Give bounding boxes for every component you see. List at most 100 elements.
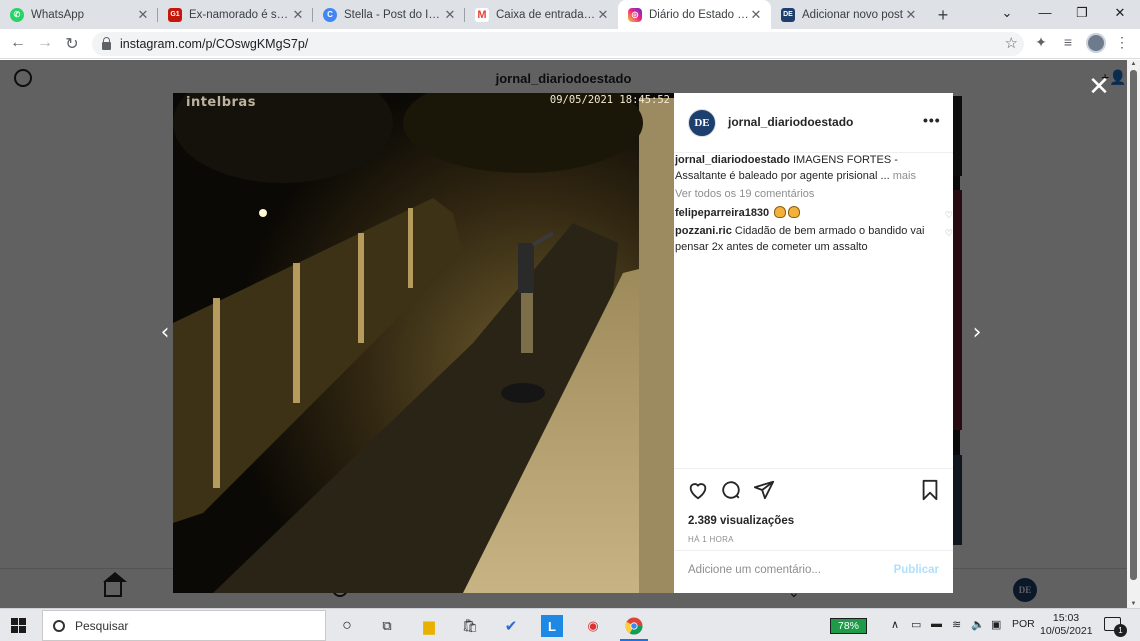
windows-taskbar: Pesquisar ○ ⧉ ▆ 🛍 ✔ L ◉ 78% ∧ ▭ ▬ ≋ 🔈 ▣ … bbox=[0, 608, 1140, 641]
like-comment-heart-icon[interactable]: ♡ bbox=[945, 227, 953, 243]
comment-username[interactable]: felipeparreira1830 bbox=[675, 207, 769, 219]
clap-emoji-icon bbox=[774, 205, 787, 218]
scroll-up-icon[interactable]: ▲ bbox=[1127, 61, 1140, 67]
clock-date: 10/05/2021 bbox=[1040, 625, 1093, 637]
show-hidden-icons[interactable]: ∧ bbox=[891, 618, 899, 631]
language-indicator[interactable]: POR bbox=[1012, 618, 1035, 630]
taskbar-clock[interactable]: 15:03 10/05/2021 bbox=[1040, 612, 1093, 638]
tab-gmail[interactable]: M Caixa de entrada (2.477) ✕ bbox=[465, 2, 618, 27]
restore-icon[interactable]: ❐ bbox=[1072, 5, 1092, 21]
post-caption: jornal_diariodoestado IMAGENS FORTES - A… bbox=[674, 153, 953, 184]
g1-icon: G1 bbox=[168, 7, 182, 22]
close-tab-icon[interactable]: ✕ bbox=[749, 7, 763, 23]
video-timestamp: 09/05/2021 18:45:52 bbox=[549, 94, 670, 106]
meet-now-icon[interactable]: ▭ bbox=[911, 618, 921, 631]
caption-username[interactable]: jornal_diariodoestado bbox=[675, 154, 790, 166]
previous-post-arrow[interactable]: ‹ bbox=[155, 320, 175, 345]
post-username[interactable]: jornal_diariodoestado bbox=[728, 115, 853, 129]
menu-icon[interactable]: ⋮ bbox=[1112, 34, 1132, 51]
stella-icon: C bbox=[323, 7, 337, 22]
caption-more-link[interactable]: mais bbox=[893, 170, 916, 182]
reload-icon[interactable]: ↻ bbox=[62, 34, 82, 54]
new-tab-button[interactable]: + bbox=[933, 5, 953, 26]
instagram-icon: ◎ bbox=[628, 7, 642, 22]
post-header: DE jornal_diariodoestado ••• bbox=[674, 93, 953, 153]
next-post-arrow[interactable]: › bbox=[967, 320, 987, 345]
task-view-icon[interactable]: ⧉ bbox=[376, 615, 398, 637]
tab-title: Diário do Estado (@jornal_diariodoestado… bbox=[649, 8, 749, 21]
post-avatar[interactable]: DE bbox=[688, 109, 716, 137]
comments-section: jornal_diariodoestado IMAGENS FORTES - A… bbox=[674, 153, 953, 255]
post-actions: 2.389 visualizações HÁ 1 HORA bbox=[674, 468, 953, 550]
profile-avatar[interactable] bbox=[1086, 33, 1106, 53]
more-options-icon[interactable]: ••• bbox=[923, 112, 941, 128]
comment-username[interactable]: pozzani.ric bbox=[675, 225, 732, 237]
tab-g1[interactable]: G1 Ex-namorado é suspeito ✕ bbox=[158, 2, 313, 27]
scroll-down-icon[interactable]: ▼ bbox=[1127, 601, 1140, 607]
close-modal-button[interactable]: ✕ bbox=[1086, 74, 1112, 101]
like-heart-icon[interactable] bbox=[687, 479, 709, 501]
view-all-comments-link[interactable]: Ver todos os 19 comentários bbox=[674, 187, 953, 203]
tab-instagram[interactable]: ◎ Diário do Estado (@jornal_diariodoesta… bbox=[618, 0, 771, 29]
lock-icon bbox=[102, 36, 111, 50]
scrollbar-thumb[interactable] bbox=[1130, 70, 1137, 580]
video-watermark: intelbras bbox=[186, 95, 256, 110]
network-icon[interactable]: ▣ bbox=[991, 618, 1001, 631]
tab-adicionar-post[interactable]: DE Adicionar novo post ✕ bbox=[771, 2, 926, 27]
clock-time: 15:03 bbox=[1052, 612, 1080, 624]
tab-title: Caixa de entrada (2.477) bbox=[496, 8, 596, 21]
browser-toolbar: ← → ↻ instagram.com/p/COswgKMgS7p/ ☆ ✦ ≡… bbox=[0, 29, 1140, 59]
whatsapp-icon: ✆ bbox=[10, 7, 24, 22]
tab-title: Ex-namorado é suspeito bbox=[189, 8, 291, 21]
comment-input[interactable]: Adicione um comentário... bbox=[688, 564, 888, 576]
windows-start-icon[interactable] bbox=[11, 618, 27, 634]
close-tab-icon[interactable]: ✕ bbox=[291, 7, 305, 23]
tab-search-icon[interactable]: ⌄ bbox=[997, 5, 1017, 21]
app-icon[interactable]: ◉ bbox=[582, 615, 604, 637]
tab-whatsapp[interactable]: ✆ WhatsApp ✕ bbox=[0, 2, 158, 27]
clap-emoji-icon bbox=[788, 205, 801, 218]
share-icon[interactable] bbox=[753, 479, 775, 501]
close-tab-icon[interactable]: ✕ bbox=[904, 7, 918, 23]
cortana-icon[interactable]: ○ bbox=[336, 615, 358, 637]
close-window-icon[interactable]: ✕ bbox=[1110, 5, 1130, 21]
add-comment-bar: Adicione um comentário... Publicar bbox=[674, 550, 953, 593]
wifi-icon[interactable]: ≋ bbox=[952, 618, 961, 631]
bookmark-star-icon[interactable]: ☆ bbox=[1005, 34, 1018, 52]
reading-list-icon[interactable]: ≡ bbox=[1058, 34, 1078, 50]
url-text: instagram.com/p/COswgKMgS7p/ bbox=[120, 37, 309, 51]
battery-icon[interactable]: ▬ bbox=[931, 618, 942, 630]
tab-strip: ✆ WhatsApp ✕ G1 Ex-namorado é suspeito ✕… bbox=[0, 0, 1140, 29]
store-icon[interactable]: 🛍 bbox=[459, 615, 481, 637]
file-explorer-icon[interactable]: ▆ bbox=[418, 615, 440, 637]
minimize-icon[interactable]: — bbox=[1035, 5, 1055, 20]
tab-stella[interactable]: C Stella - Post do Instagram ✕ bbox=[313, 2, 465, 27]
comment-icon[interactable] bbox=[720, 479, 742, 501]
comment-item: pozzani.ric Cidadão de bem armado o band… bbox=[674, 224, 953, 255]
address-bar[interactable]: instagram.com/p/COswgKMgS7p/ ☆ bbox=[92, 32, 1024, 56]
close-tab-icon[interactable]: ✕ bbox=[596, 7, 610, 23]
taskbar-search[interactable]: Pesquisar bbox=[42, 610, 326, 641]
post-video[interactable]: intelbras 09/05/2021 18:45:52 bbox=[173, 93, 674, 593]
extensions-icon[interactable]: ✦ bbox=[1031, 34, 1051, 51]
like-comment-heart-icon[interactable]: ♡ bbox=[945, 209, 953, 225]
post-sidebar: DE jornal_diariodoestado ••• jornal_diar… bbox=[674, 93, 953, 593]
forward-icon[interactable]: → bbox=[35, 34, 55, 52]
comment-item: felipeparreira1830 ♡ bbox=[674, 205, 953, 225]
publish-button[interactable]: Publicar bbox=[894, 564, 939, 576]
close-tab-icon[interactable]: ✕ bbox=[136, 7, 150, 23]
volume-icon[interactable]: 🔈 bbox=[971, 618, 985, 631]
chrome-icon[interactable] bbox=[623, 615, 645, 637]
notification-count: 1 bbox=[1114, 624, 1127, 637]
back-icon[interactable]: ← bbox=[8, 34, 28, 52]
battery-indicator[interactable]: 78% bbox=[830, 618, 867, 634]
todo-icon[interactable]: ✔ bbox=[500, 615, 522, 637]
save-bookmark-icon[interactable] bbox=[919, 479, 941, 501]
notification-center-icon[interactable]: 1 bbox=[1104, 617, 1127, 637]
page-scrollbar[interactable]: ▲ ▼ bbox=[1127, 60, 1140, 608]
taskbar-search-placeholder: Pesquisar bbox=[75, 618, 129, 633]
close-tab-icon[interactable]: ✕ bbox=[443, 7, 457, 23]
tab-title: WhatsApp bbox=[31, 8, 85, 21]
l-app-icon[interactable]: L bbox=[541, 615, 563, 637]
view-count[interactable]: 2.389 visualizações bbox=[688, 515, 794, 527]
